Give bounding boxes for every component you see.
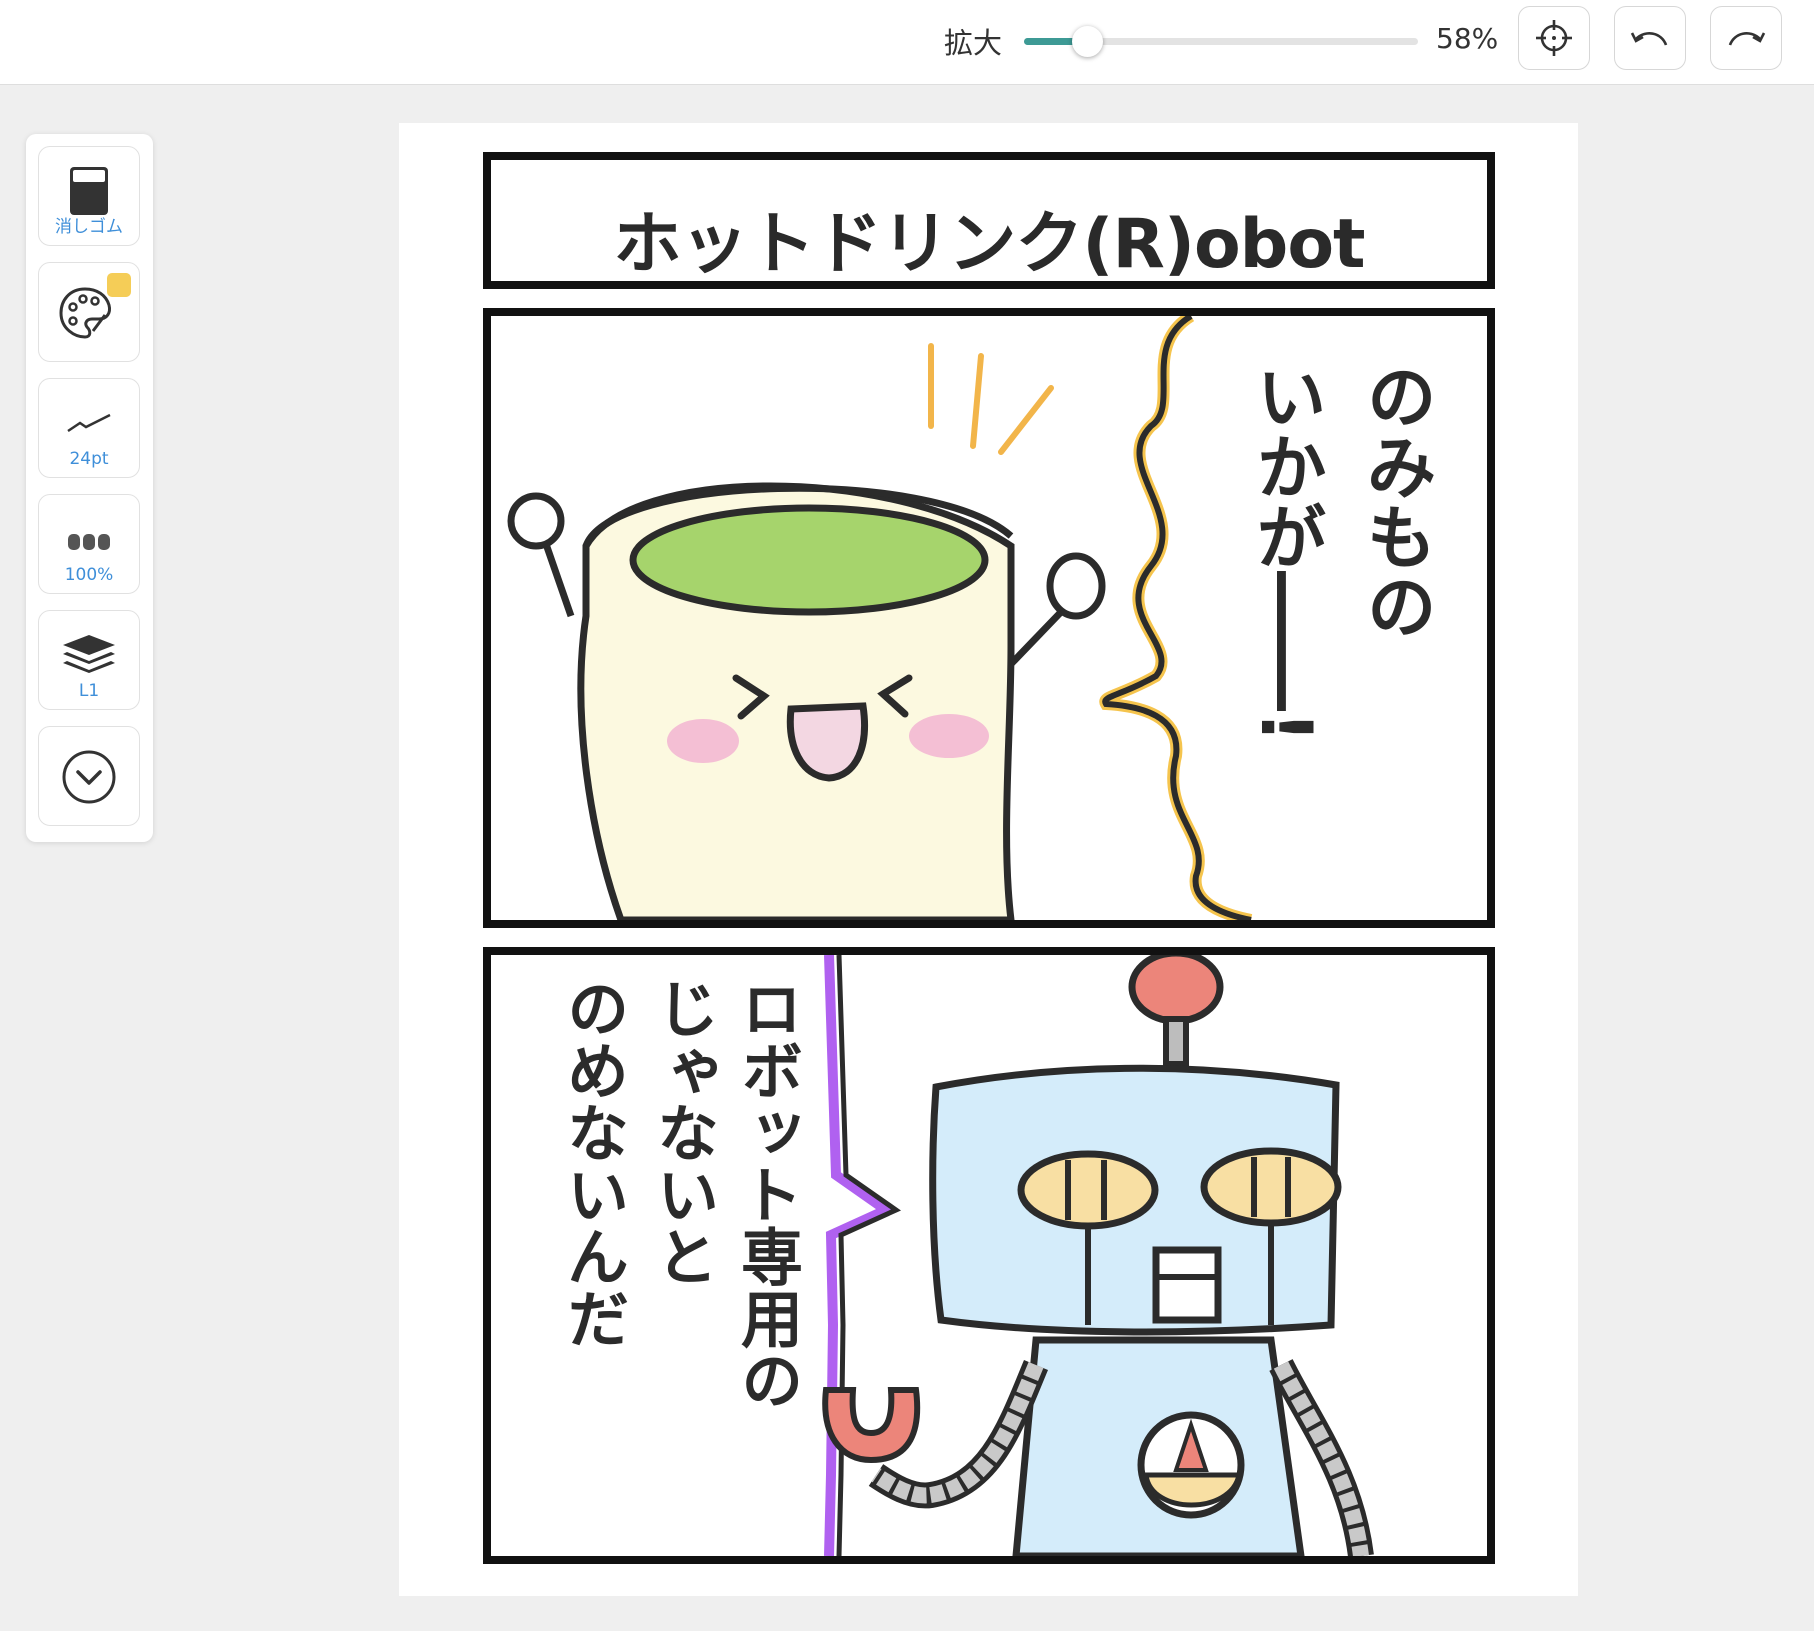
layer-label: L1 <box>78 681 100 701</box>
drawing-canvas[interactable]: ホットドリンク(R)obot のみもの いかが――! ロボット専用の じゃないと… <box>399 123 1578 1596</box>
tool-panel: 消しゴム 24pt 100% L1 <box>26 134 153 842</box>
robot-bubble-line-2: じゃないと <box>646 977 719 1287</box>
crosshair-icon <box>1536 20 1572 56</box>
stroke-width-icon <box>67 413 111 433</box>
opacity-label: 100% <box>64 565 114 585</box>
more-tools-button[interactable] <box>38 726 140 826</box>
zoom-slider[interactable] <box>1024 26 1418 57</box>
zoom-label: 拡大 <box>944 26 1003 60</box>
layer-button[interactable]: L1 <box>38 610 140 710</box>
robot-character-drawing <box>822 955 1374 1556</box>
bubble-text-line-2: いかが――! <box>1245 361 1327 743</box>
recenter-button[interactable] <box>1518 6 1590 70</box>
robot-bubble-line-1: ロボット専用の <box>730 977 803 1411</box>
chevron-down-circle-icon <box>62 750 116 804</box>
top-toolbar: 拡大 58% <box>0 0 1814 85</box>
robot-bubble-line-3: のめないんだ <box>556 977 629 1349</box>
opacity-icon <box>68 534 110 550</box>
title-panel: ホットドリンク(R)obot <box>483 152 1495 289</box>
redo-button[interactable] <box>1710 6 1782 70</box>
brush-size-label: 24pt <box>69 449 109 469</box>
brush-size-button[interactable]: 24pt <box>38 378 140 478</box>
cup-character-drawing <box>507 316 1253 920</box>
bubble-text-line-1: のみもの <box>1355 361 1437 641</box>
layers-icon <box>63 635 115 673</box>
undo-icon <box>1630 32 1668 46</box>
undo-button[interactable] <box>1614 6 1686 70</box>
zoom-slider-handle[interactable] <box>1072 26 1104 57</box>
comic-panel-1: のみもの いかが――! <box>483 308 1495 928</box>
redo-icon <box>1728 32 1766 46</box>
comic-title: ホットドリンク(R)obot <box>613 205 1365 284</box>
color-tool-button[interactable] <box>38 262 140 362</box>
comic-panel-2: ロボット専用の じゃないと のめないんだ <box>483 947 1495 1564</box>
eraser-label: 消しゴム <box>55 217 123 237</box>
opacity-button[interactable]: 100% <box>38 494 140 594</box>
eraser-icon <box>70 167 108 215</box>
zoom-value: 58% <box>1436 22 1499 55</box>
current-color-swatch <box>107 273 131 297</box>
eraser-tool-button[interactable]: 消しゴム <box>38 146 140 246</box>
